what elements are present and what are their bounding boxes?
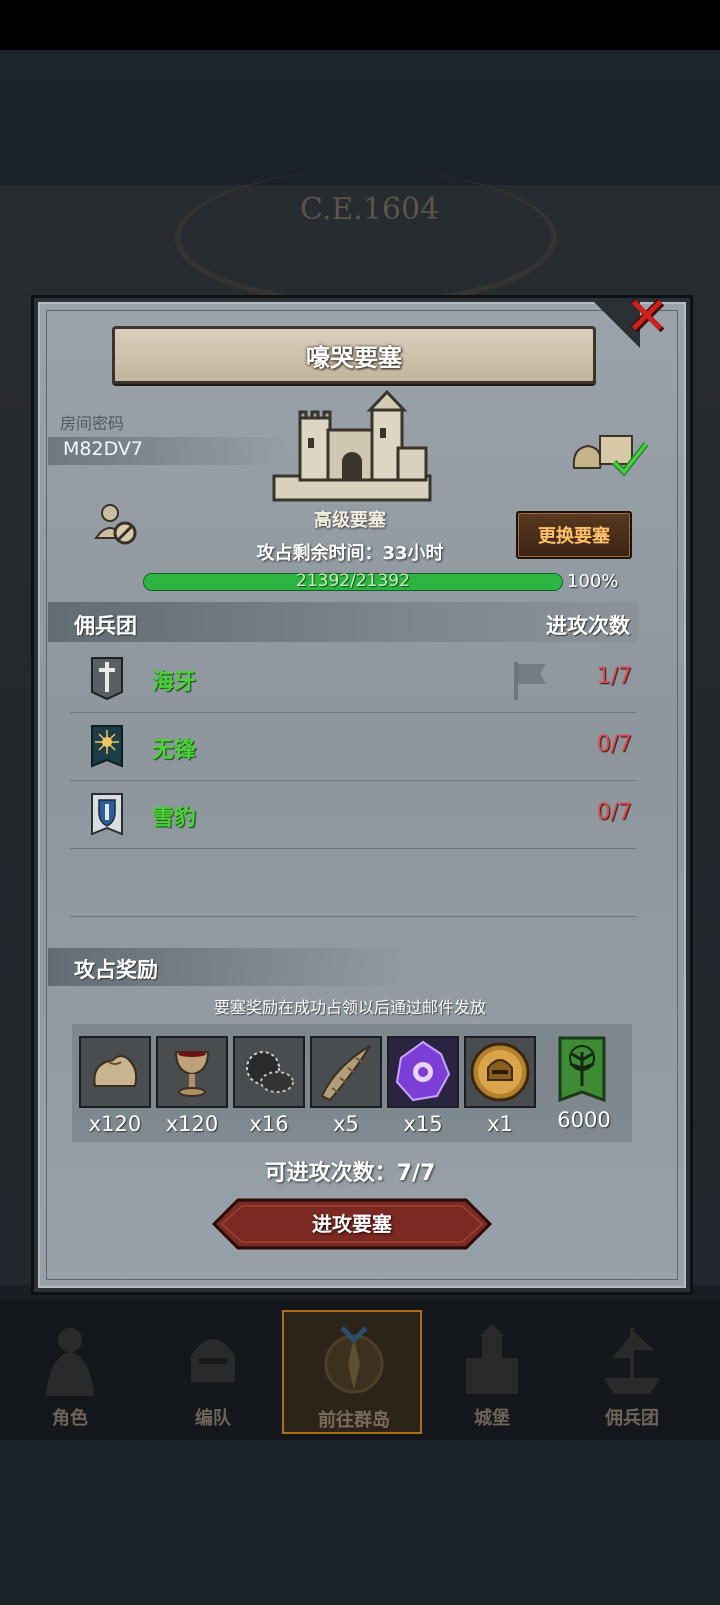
attack-fortress-label: 进攻要塞 xyxy=(312,1212,392,1236)
nav-label: 角色 xyxy=(52,1408,88,1429)
year-label: C.E.1604 xyxy=(300,192,440,227)
flag-icon xyxy=(514,662,546,700)
horn-icon xyxy=(312,1038,380,1106)
knight-icon xyxy=(46,1328,94,1396)
mercenary-attack-count: 0/7 xyxy=(596,800,632,825)
change-fortress-button[interactable]: 更换要塞 xyxy=(516,511,632,559)
reward-title: 攻占奖励 xyxy=(74,958,158,982)
fortress-hp-text: 21392/21392 xyxy=(296,571,410,591)
title-banner: 嚎哭要塞 xyxy=(112,326,596,384)
nav-castle[interactable]: 城堡 xyxy=(422,1310,562,1434)
reward-qty: x5 xyxy=(333,1112,359,1136)
room-code-value[interactable]: M82DV7 xyxy=(63,438,143,460)
nav-label: 佣兵团 xyxy=(605,1408,659,1429)
time-remaining: 攻占剩余时间：33小时 xyxy=(256,543,444,564)
mercenary-row-empty xyxy=(70,848,636,917)
attack-fortress-button[interactable]: 进攻要塞 xyxy=(212,1198,492,1250)
mercenary-name: 海牙 xyxy=(152,670,197,695)
compass-icon xyxy=(324,1326,384,1394)
nav-character[interactable]: 角色 xyxy=(0,1310,140,1434)
fortress-hp-percent: 100% xyxy=(567,571,619,592)
helmet-icon xyxy=(191,1339,235,1382)
mercenary-header: 佣兵团 xyxy=(74,614,137,638)
nav-label: 编队 xyxy=(195,1408,231,1429)
reward-item[interactable]: x5 xyxy=(310,1036,382,1136)
bottom-area xyxy=(0,1440,720,1605)
room-code-label: 房间密码 xyxy=(60,414,125,433)
mercenary-name: 雪豹 xyxy=(152,806,197,831)
loot-claimed-icon[interactable] xyxy=(570,428,650,476)
mercenary-name: 无锋 xyxy=(152,738,197,763)
reward-item[interactable]: x120 xyxy=(79,1036,151,1136)
sack-icon xyxy=(81,1038,149,1106)
mercenary-row[interactable]: 海牙 1/7 xyxy=(70,644,636,713)
nav-label: 前往群岛 xyxy=(318,1410,390,1431)
reward-qty: x1 xyxy=(487,1112,513,1136)
reward-item[interactable]: x15 xyxy=(387,1036,459,1136)
ore-icon xyxy=(235,1038,303,1106)
era-dial xyxy=(175,170,557,306)
helmet-medal-icon xyxy=(466,1038,534,1106)
ship-icon xyxy=(604,1328,660,1394)
fortress-type: 高级要塞 xyxy=(314,510,386,531)
attack-attempts: 可进攻次数：7/7 xyxy=(264,1161,436,1186)
mercenary-attack-count: 0/7 xyxy=(596,732,632,757)
mercenary-row[interactable]: 无锋 0/7 xyxy=(70,712,636,781)
nav-mercenary[interactable]: 佣兵团 xyxy=(562,1310,702,1434)
purple-crystal-icon xyxy=(389,1038,457,1106)
mercenary-row[interactable]: 雪豹 0/7 xyxy=(70,780,636,849)
reward-item[interactable]: x1 xyxy=(464,1036,536,1136)
goblet-icon xyxy=(158,1038,226,1106)
nav-go-to-islands[interactable]: 前往群岛 xyxy=(282,1310,422,1434)
shield-banner-icon xyxy=(91,793,123,836)
sword-banner-icon xyxy=(91,657,123,700)
reward-qty: 6000 xyxy=(557,1108,611,1132)
castle-nav-icon xyxy=(466,1324,518,1394)
castle-icon xyxy=(272,389,432,502)
close-button[interactable]: ✕ xyxy=(622,291,672,344)
tree-banner-icon xyxy=(558,1036,606,1103)
status-bar xyxy=(0,0,720,50)
no-visitor-icon[interactable] xyxy=(94,502,138,546)
reward-item[interactable]: 6000 xyxy=(548,1036,620,1132)
dialog-title: 嚎哭要塞 xyxy=(306,343,402,372)
reward-note: 要塞奖励在成功占领以后通过邮件发放 xyxy=(213,998,486,1017)
change-fortress-label: 更换要塞 xyxy=(538,526,610,547)
nav-formation[interactable]: 编队 xyxy=(143,1310,283,1434)
mercenary-attack-count: 1/7 xyxy=(596,664,632,689)
reward-qty: x15 xyxy=(403,1112,443,1136)
reward-item[interactable]: x16 xyxy=(233,1036,305,1136)
nav-label: 城堡 xyxy=(474,1408,510,1429)
reward-qty: x16 xyxy=(249,1112,289,1136)
reward-qty: x120 xyxy=(165,1112,219,1136)
attack-count-header: 进攻次数 xyxy=(546,614,630,638)
reward-item[interactable]: x120 xyxy=(156,1036,228,1136)
reward-qty: x120 xyxy=(88,1112,142,1136)
sun-banner-icon xyxy=(91,725,123,768)
